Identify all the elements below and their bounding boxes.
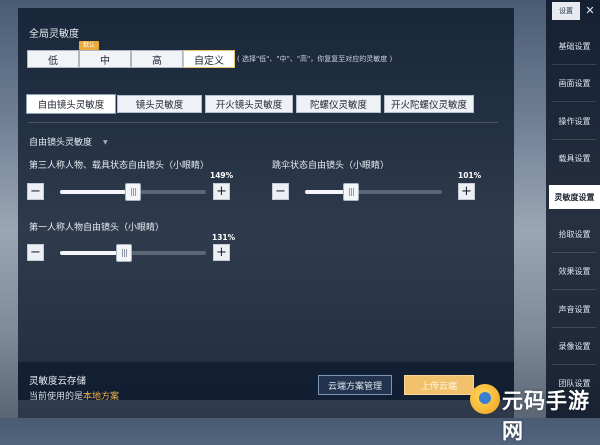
tab-free-look[interactable]: 自由镜头灵敏度 — [27, 95, 115, 113]
sidebar-item-sensitivity[interactable]: 灵敏度设置 — [549, 185, 600, 209]
sidebar-divider — [552, 101, 596, 102]
current-plan-prefix: 当前使用的是 — [29, 392, 84, 402]
sidebar-item-basic[interactable]: 基础设置 — [549, 34, 600, 58]
sidebar-divider — [552, 64, 596, 65]
caret-icon: ▼ — [103, 139, 108, 146]
slider-value-first-person: 131% — [212, 233, 236, 242]
slider-label-third-person: 第三人称人物、载具状态自由镜头（小眼睛） — [29, 161, 210, 171]
slider-thumb[interactable] — [343, 183, 360, 201]
current-plan-name[interactable]: 本地方案 — [83, 392, 119, 402]
slider-fill — [60, 190, 133, 194]
slider-track-first-person[interactable] — [60, 244, 206, 262]
slider-thumb[interactable] — [124, 183, 141, 201]
sidebar-divider — [552, 364, 596, 365]
plus-button[interactable]: + — [458, 183, 475, 200]
global-sensitivity-title: 全局灵敏度 — [29, 29, 79, 40]
sidebar-item-replay[interactable]: 录像设置 — [549, 334, 600, 358]
settings-top-button[interactable]: 设置 — [552, 2, 580, 20]
minus-button[interactable]: − — [27, 183, 44, 200]
watermark-logo — [470, 384, 500, 414]
plus-button[interactable]: + — [213, 244, 230, 261]
default-badge: 默认 — [79, 41, 100, 50]
sidebar-divider — [552, 327, 596, 328]
sidebar-divider — [552, 289, 596, 290]
preset-custom-button[interactable]: 自定义 — [183, 50, 235, 68]
minus-button[interactable]: − — [272, 183, 289, 200]
preset-medium-button[interactable]: 中 — [79, 50, 131, 68]
sidebar-item-controls[interactable]: 操作设置 — [549, 109, 600, 133]
sidebar-item-sound[interactable]: 声音设置 — [549, 297, 600, 321]
minus-button[interactable]: − — [27, 244, 44, 261]
cloud-upload-button[interactable]: 上传云端 — [404, 375, 474, 395]
divider — [28, 122, 498, 123]
preset-high-button[interactable]: 高 — [131, 50, 183, 68]
tab-fire-gyroscope[interactable]: 开火陀螺仪灵敏度 — [384, 95, 474, 113]
slider-thumb[interactable] — [115, 244, 132, 262]
slider-track-third-person[interactable] — [60, 183, 206, 201]
plus-button[interactable]: + — [213, 183, 230, 200]
cloud-manage-button[interactable]: 云端方案管理 — [318, 375, 392, 395]
sidebar-divider — [552, 252, 596, 253]
slider-value-third-person: 149% — [210, 171, 234, 180]
slider-track-parachute[interactable] — [305, 183, 442, 201]
preset-low-button[interactable]: 低 — [27, 50, 79, 68]
slider-label-first-person: 第一人称人物自由镜头（小眼睛） — [29, 223, 165, 233]
sidebar-divider — [552, 139, 596, 140]
sidebar-item-effects[interactable]: 效果设置 — [549, 259, 600, 283]
slider-label-parachute: 跳伞状态自由镜头（小眼睛） — [272, 161, 390, 171]
slider-fill — [60, 251, 124, 255]
tab-gyroscope[interactable]: 陀螺仪灵敏度 — [296, 95, 381, 113]
sidebar-item-pickup[interactable]: 拾取设置 — [549, 222, 600, 246]
sidebar-item-graphics[interactable]: 画面设置 — [549, 71, 600, 95]
current-plan-text: 当前使用的是本地方案 — [29, 389, 119, 402]
preset-hint: ( 选择"低"、"中"、"高"，你复复至对应的灵敏度 ) — [237, 55, 393, 63]
close-icon[interactable]: ✕ — [583, 4, 597, 18]
tab-camera[interactable]: 镜头灵敏度 — [117, 95, 202, 113]
sidebar-item-vehicle[interactable]: 载具设置 — [549, 146, 600, 170]
tab-fire-camera[interactable]: 开火镜头灵敏度 — [205, 95, 293, 113]
slider-value-parachute: 101% — [458, 171, 482, 180]
watermark-text: 元码手游网 — [502, 389, 590, 443]
cloud-storage-title: 灵敏度云存储 — [29, 376, 87, 387]
section-title: 自由镜头灵敏度 — [29, 138, 93, 148]
